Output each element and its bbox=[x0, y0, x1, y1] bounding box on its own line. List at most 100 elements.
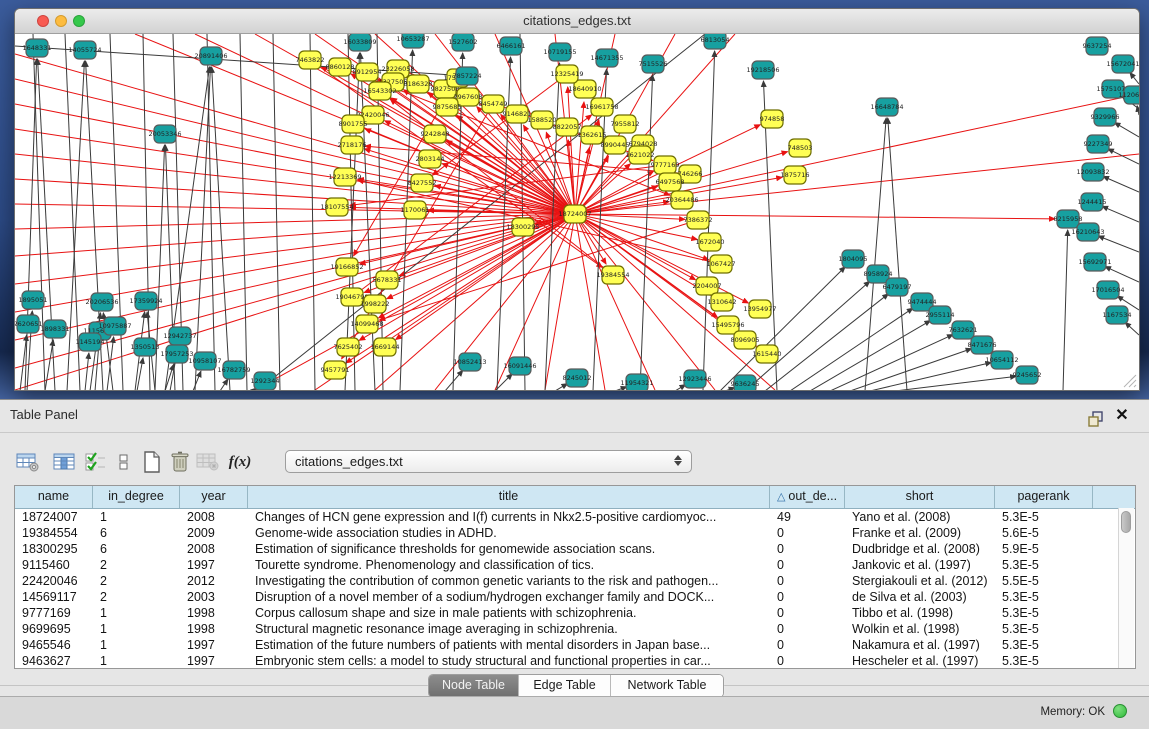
network-node[interactable]: 15692971 bbox=[1078, 253, 1111, 271]
column-header-short[interactable]: short bbox=[845, 486, 995, 508]
float-window-icon[interactable] bbox=[1086, 410, 1106, 428]
network-node[interactable]: 1067427 bbox=[707, 255, 736, 273]
tab-node-table[interactable]: Node Table bbox=[429, 675, 519, 697]
network-node[interactable]: 1898331 bbox=[41, 320, 70, 338]
select-columns-button[interactable] bbox=[50, 448, 78, 476]
network-node[interactable]: 7625402 bbox=[334, 338, 363, 356]
network-node[interactable]: 16782759 bbox=[217, 361, 250, 379]
network-node[interactable]: 20053346 bbox=[148, 125, 181, 143]
network-node[interactable]: 1167534 bbox=[1103, 306, 1132, 324]
network-node[interactable]: 14671355 bbox=[590, 49, 623, 67]
network-node[interactable]: 8096905 bbox=[731, 331, 760, 349]
network-node[interactable]: 1804095 bbox=[839, 250, 868, 268]
close-panel-icon[interactable]: ✕ bbox=[1113, 407, 1131, 425]
window-resize-grip[interactable] bbox=[1121, 372, 1137, 388]
tab-network-table[interactable]: Network Table bbox=[611, 675, 723, 697]
network-node[interactable]: 7463822 bbox=[296, 51, 325, 69]
network-node[interactable]: 19384554 bbox=[596, 266, 629, 284]
network-window-titlebar[interactable]: citations_edges.txt bbox=[15, 9, 1139, 34]
network-node[interactable]: 8245012 bbox=[563, 369, 592, 387]
new-table-button[interactable] bbox=[138, 448, 166, 476]
network-node[interactable]: 2718176 bbox=[338, 136, 367, 154]
network-node[interactable]: 5678331 bbox=[373, 271, 402, 289]
network-node[interactable]: 20206536 bbox=[85, 293, 118, 311]
table-row[interactable]: 2242004622012Investigating the contribut… bbox=[15, 573, 1135, 589]
network-node[interactable]: 974858 bbox=[760, 110, 785, 128]
table-settings-button[interactable] bbox=[14, 448, 42, 476]
network-node[interactable]: 1292344 bbox=[251, 372, 280, 390]
table-row[interactable]: 946554611997Estimation of the future num… bbox=[15, 637, 1135, 653]
network-node[interactable]: 9875685 bbox=[433, 98, 462, 116]
column-header-title[interactable]: title bbox=[248, 486, 770, 508]
table-scrollbar-thumb[interactable] bbox=[1121, 511, 1131, 533]
table-row[interactable]: 946362711997Embryonic stem cells: a mode… bbox=[15, 653, 1135, 669]
network-node[interactable]: 10719155 bbox=[543, 43, 576, 61]
network-node[interactable]: 8471676 bbox=[968, 336, 997, 354]
network-node[interactable]: 9457791 bbox=[321, 361, 350, 379]
network-node[interactable]: 1895051 bbox=[19, 291, 48, 309]
column-header-year[interactable]: year bbox=[180, 486, 248, 508]
table-row[interactable]: 1830029562008Estimation of significance … bbox=[15, 541, 1135, 557]
network-node[interactable]: 8427552 bbox=[408, 174, 437, 192]
delete-columns-button[interactable] bbox=[166, 448, 194, 476]
table-row[interactable]: 911546021997Tourette syndrome. Phenomeno… bbox=[15, 557, 1135, 573]
network-node[interactable]: 9636245 bbox=[731, 375, 760, 390]
network-node[interactable]: 1145194 bbox=[76, 333, 105, 351]
delete-table-button[interactable] bbox=[194, 448, 222, 476]
network-node[interactable]: 7515526 bbox=[639, 55, 668, 73]
network-node[interactable]: 6497568 bbox=[656, 173, 685, 191]
network-node[interactable]: 7857224 bbox=[453, 67, 482, 85]
network-node[interactable]: 19218506 bbox=[746, 61, 779, 79]
network-node[interactable]: 8186328 bbox=[404, 75, 433, 93]
table-row[interactable]: 1872400712008Changes of HCN gene express… bbox=[15, 509, 1135, 525]
network-node[interactable]: 1244415 bbox=[1078, 193, 1107, 211]
network-node[interactable]: 6813054 bbox=[701, 34, 730, 49]
network-node[interactable]: 12093832 bbox=[1076, 163, 1109, 181]
network-node[interactable]: 8901755 bbox=[339, 115, 368, 133]
column-header-out_de[interactable]: △out_de... bbox=[770, 486, 845, 508]
tab-edge-table[interactable]: Edge Table bbox=[519, 675, 611, 697]
network-node[interactable]: 10653287 bbox=[396, 34, 429, 48]
network-node[interactable]: 17016504 bbox=[1091, 281, 1124, 299]
network-node[interactable]: 1669144 bbox=[371, 338, 400, 356]
table-row[interactable]: 969969511998Structural magnetic resonanc… bbox=[15, 621, 1135, 637]
column-header-pagerank[interactable]: pagerank bbox=[995, 486, 1093, 508]
select-rows-button[interactable] bbox=[82, 448, 110, 476]
network-node[interactable]: 14055724 bbox=[68, 41, 101, 59]
table-row[interactable]: 1456911722003Disruption of a novel membe… bbox=[15, 589, 1135, 605]
column-header-name[interactable]: name bbox=[15, 486, 93, 508]
network-node[interactable]: 8860128 bbox=[326, 58, 355, 76]
network-node[interactable]: 9245652 bbox=[1013, 366, 1042, 384]
network-node[interactable]: 6479197 bbox=[883, 278, 912, 296]
network-node[interactable]: 2955114 bbox=[926, 306, 955, 324]
network-node[interactable]: 1350513 bbox=[131, 338, 160, 356]
column-header-in_degree[interactable]: in_degree bbox=[93, 486, 180, 508]
table-scrollbar[interactable] bbox=[1118, 508, 1134, 668]
network-node[interactable]: 1615440 bbox=[753, 345, 782, 363]
row-height-button[interactable] bbox=[110, 448, 138, 476]
network-node[interactable]: 2204007 bbox=[693, 277, 722, 295]
network-node[interactable]: 1672040 bbox=[696, 233, 725, 251]
network-node[interactable]: 1875716 bbox=[781, 166, 810, 184]
network-node[interactable]: 1170061 bbox=[401, 201, 430, 219]
network-node[interactable]: 16648784 bbox=[870, 98, 903, 116]
network-canvas[interactable]: 1872400774638228860128891295423226058132… bbox=[15, 34, 1139, 390]
network-node[interactable]: 1527602 bbox=[449, 34, 478, 51]
network-node[interactable]: 12923446 bbox=[678, 370, 711, 388]
table-selector-dropdown[interactable]: citations_edges.txt bbox=[285, 450, 692, 473]
network-node[interactable]: 16961758 bbox=[585, 98, 618, 116]
network-node[interactable]: 15672041 bbox=[1106, 55, 1139, 73]
network-node[interactable]: 748503 bbox=[788, 139, 813, 157]
network-node[interactable]: 9242848 bbox=[421, 125, 450, 143]
network-node[interactable]: 1648331 bbox=[23, 39, 52, 57]
network-node[interactable]: 9637254 bbox=[1083, 37, 1112, 55]
network-node[interactable]: 2803144 bbox=[416, 150, 445, 168]
table-row[interactable]: 1938455462009Genome-wide association stu… bbox=[15, 525, 1135, 541]
network-node[interactable]: 1310642 bbox=[708, 293, 737, 311]
network-node[interactable]: 6466161 bbox=[497, 37, 526, 55]
network-node[interactable]: 1998222 bbox=[361, 295, 390, 313]
network-node[interactable]: 9777169 bbox=[651, 156, 680, 174]
table-row[interactable]: 977716911998Corpus callosum shape and si… bbox=[15, 605, 1135, 621]
network-node[interactable]: 2620651 bbox=[15, 315, 42, 333]
network-node[interactable]: 20891406 bbox=[194, 47, 227, 65]
